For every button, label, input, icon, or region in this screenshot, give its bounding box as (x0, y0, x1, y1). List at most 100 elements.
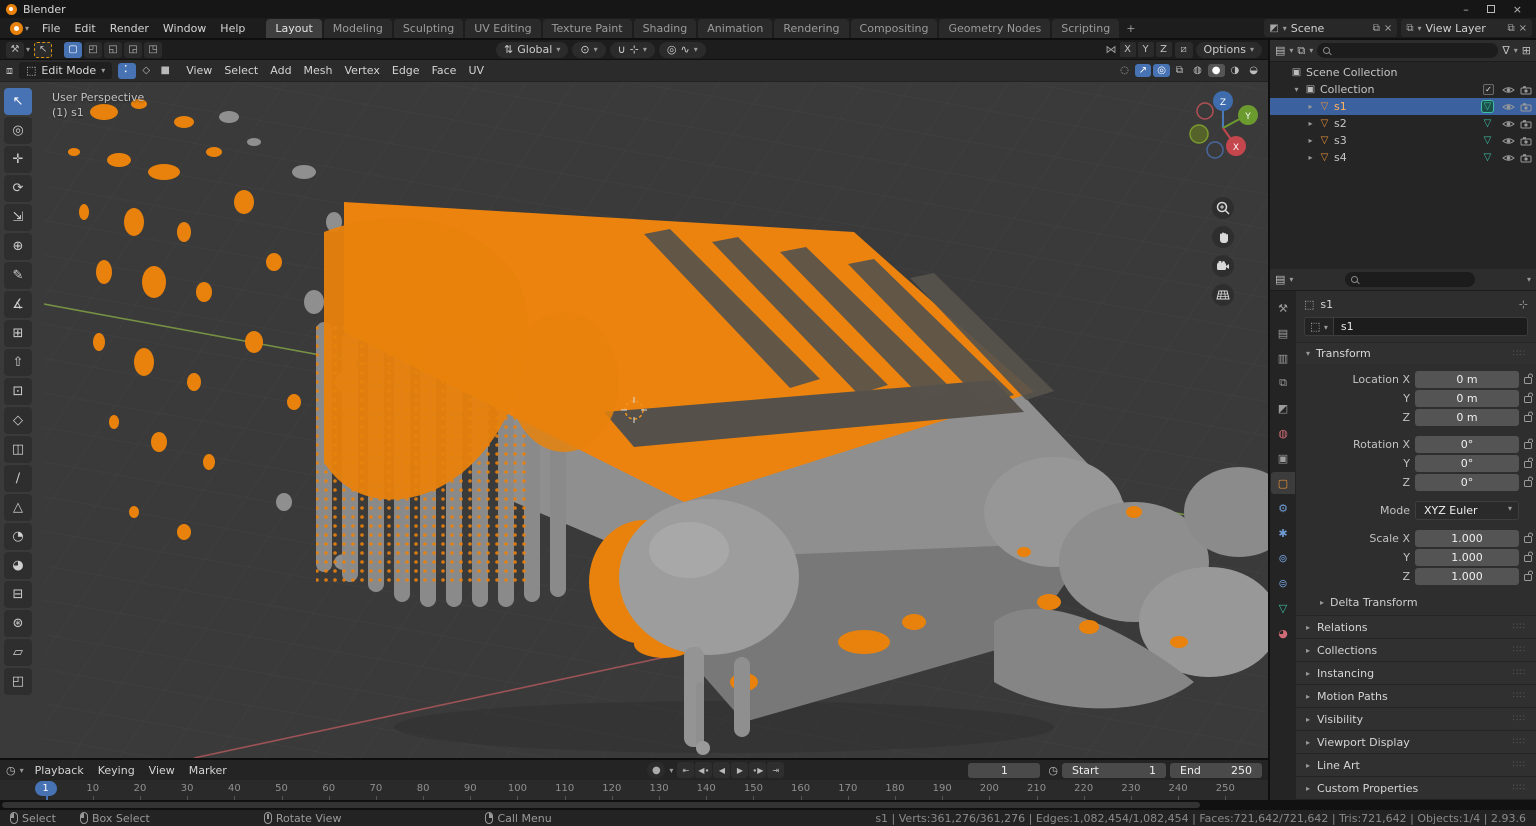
lock-icon[interactable] (1524, 570, 1534, 584)
field-value[interactable]: XYZ Euler▾ (1415, 501, 1519, 520)
editor-type-icon[interactable]: ⧈ (6, 64, 13, 78)
collection-checkbox[interactable]: ✓ (1483, 84, 1494, 95)
workspace-tab[interactable]: Shading (634, 19, 697, 38)
close-button[interactable]: × (1513, 3, 1522, 16)
viewport-tool-button[interactable]: ↖ (4, 88, 32, 115)
viewport-header-icon[interactable]: ◌ (1116, 64, 1133, 77)
snap-target-icon[interactable]: ⧄ (1175, 42, 1193, 58)
outliner-row[interactable]: ▸ ▽ s3 ▽ ✓ (1270, 132, 1536, 149)
hide-eye-icon[interactable] (1502, 136, 1515, 146)
outliner-row[interactable]: ▸ ▽ s4 ▽ ✓ (1270, 149, 1536, 166)
field-value[interactable]: 0 m▾ (1415, 390, 1519, 407)
outliner-row[interactable]: ▸ ▽ s1 ▽ ✓ (1270, 98, 1536, 115)
select-mode-button[interactable]: ◳ (144, 42, 162, 58)
viewport-tool-button[interactable]: ◔ (4, 523, 32, 550)
view-layer-selector[interactable]: ⧉ ▾ View Layer ⧉ × (1401, 19, 1532, 37)
proportional-editing-dropdown[interactable]: ◎ ∿ ▾ (659, 42, 706, 58)
topbar-menu[interactable]: File (35, 20, 67, 37)
viewport-menu[interactable]: Edge (386, 62, 426, 79)
scene-selector[interactable]: ◩ ▾ Scene ⧉ × (1264, 19, 1397, 37)
viewport-tool-button[interactable]: ⟳ (4, 175, 32, 202)
properties-tab[interactable]: ◕ (1271, 622, 1295, 644)
frame-start-field[interactable]: Start1 (1062, 763, 1166, 778)
outliner-search-input[interactable] (1317, 43, 1498, 58)
new-scene-icon[interactable]: ⧉ (1373, 23, 1380, 34)
viewport-tool-button[interactable]: ◕ (4, 552, 32, 579)
playback-control-button[interactable]: ⇥ (767, 762, 784, 778)
snapping-dropdown[interactable]: ∪ ⊹ ▾ (610, 42, 655, 58)
mode-dropdown[interactable]: ⬚ Edit Mode ▾ (19, 62, 112, 79)
panel-grip-icon[interactable]: ∷∷ (1513, 760, 1526, 770)
viewport-tool-button[interactable]: ✎ (4, 262, 32, 289)
outliner-row[interactable]: ▣ Scene Collection ✓ (1270, 64, 1536, 81)
frame-end-field[interactable]: End250 (1170, 763, 1262, 778)
panel-grip-icon[interactable]: ∷∷ (1513, 622, 1526, 632)
topbar-menu[interactable]: Window (156, 20, 213, 37)
object-name-label[interactable]: s3 (1334, 134, 1478, 147)
panel-grip-icon[interactable]: ∷∷ (1513, 737, 1526, 747)
object-name-label[interactable]: s1 (1334, 100, 1478, 113)
lock-icon[interactable] (1524, 476, 1534, 490)
camera-view-button[interactable] (1212, 255, 1234, 277)
lock-icon[interactable] (1524, 551, 1534, 565)
viewport-tool-button[interactable]: ✛ (4, 146, 32, 173)
navigation-gizmo[interactable]: Z Y X (1186, 88, 1260, 162)
properties-tab[interactable]: ⚒ (1271, 297, 1295, 319)
field-value[interactable]: 0 m▾ (1415, 371, 1519, 388)
outliner-row[interactable]: ▸ ▽ s2 ▽ ✓ (1270, 115, 1536, 132)
collapsed-panel-header[interactable]: ▸ Visibility ∷∷ (1296, 707, 1536, 730)
panel-grip-icon[interactable]: ∷∷ (1513, 668, 1526, 678)
workspace-tab[interactable]: Sculpting (394, 19, 463, 38)
select-mode-button[interactable]: ◲ (124, 42, 142, 58)
properties-tab[interactable]: ▥ (1271, 347, 1295, 369)
field-value[interactable]: 1.000▾ (1415, 530, 1519, 547)
pivot-point-dropdown[interactable]: ⊙ ▾ (572, 42, 605, 58)
viewport-menu[interactable]: Mesh (298, 62, 339, 79)
delta-transform-panel[interactable]: ▸ Delta Transform (1296, 590, 1536, 615)
properties-tab[interactable]: ▽ (1271, 597, 1295, 619)
viewport-header-icon[interactable]: ⧉ (1172, 64, 1187, 77)
playback-control-button[interactable]: ▶ (731, 762, 748, 778)
active-tool-select-box[interactable]: ↖ (34, 42, 52, 58)
expand-toggle-icon[interactable]: ▸ (1306, 119, 1315, 128)
workspace-tab[interactable]: Compositing (851, 19, 938, 38)
hide-eye-icon[interactable] (1502, 153, 1515, 163)
mesh-select-mode-button[interactable]: ⠅ (118, 63, 136, 79)
properties-options-icon[interactable]: ▾ (1527, 275, 1531, 284)
viewport-tool-button[interactable]: ◫ (4, 436, 32, 463)
disable-render-camera-icon[interactable] (1520, 119, 1532, 129)
panel-grip-icon[interactable]: ∷∷ (1513, 714, 1526, 724)
use-preview-range-icon[interactable]: ◷ (1048, 764, 1058, 777)
viewport-tool-button[interactable]: ⊟ (4, 581, 32, 608)
id-type-icon[interactable]: ⬚ ▾ (1304, 317, 1334, 336)
panel-grip-icon[interactable]: ∷∷ (1513, 783, 1526, 793)
playback-control-button[interactable]: ⇤ (677, 762, 694, 778)
object-name-field[interactable]: s1 (1334, 317, 1528, 336)
disable-render-camera-icon[interactable] (1520, 102, 1532, 112)
field-value[interactable]: 1.000▾ (1415, 568, 1519, 585)
properties-tab[interactable]: ▢ (1271, 472, 1295, 494)
panel-grip-icon[interactable]: ∷∷ (1513, 349, 1526, 359)
collapsed-panel-header[interactable]: ▸ Relations ∷∷ (1296, 615, 1536, 638)
viewport-tool-button[interactable]: ▱ (4, 639, 32, 666)
mesh-select-mode-button[interactable]: ■ (156, 63, 174, 79)
topbar-menu[interactable]: Help (213, 20, 252, 37)
remove-view-layer-icon[interactable]: × (1519, 23, 1527, 34)
lock-icon[interactable] (1524, 438, 1534, 452)
timeline-menu[interactable]: Keying (91, 762, 142, 779)
field-value[interactable]: 0°▾ (1415, 436, 1519, 453)
panel-grip-icon[interactable]: ∷∷ (1513, 691, 1526, 701)
viewport-header-icon[interactable]: ◒ (1245, 64, 1262, 77)
scrollbar-handle[interactable] (2, 802, 1200, 808)
viewport-tool-button[interactable]: ⊞ (4, 320, 32, 347)
viewport-header-icon[interactable]: ● (1208, 64, 1225, 77)
new-view-layer-icon[interactable]: ⧉ (1507, 23, 1514, 34)
select-mode-button[interactable]: ◱ (104, 42, 122, 58)
topbar-menu[interactable]: Edit (67, 20, 102, 37)
restore-button[interactable] (1487, 5, 1495, 13)
topbar-menu[interactable]: Render (103, 20, 156, 37)
workspace-tab[interactable]: Animation (698, 19, 772, 38)
disable-render-camera-icon[interactable] (1520, 136, 1532, 146)
viewport-menu[interactable]: Face (426, 62, 463, 79)
collapsed-panel-header[interactable]: ▸ Instancing ∷∷ (1296, 661, 1536, 684)
